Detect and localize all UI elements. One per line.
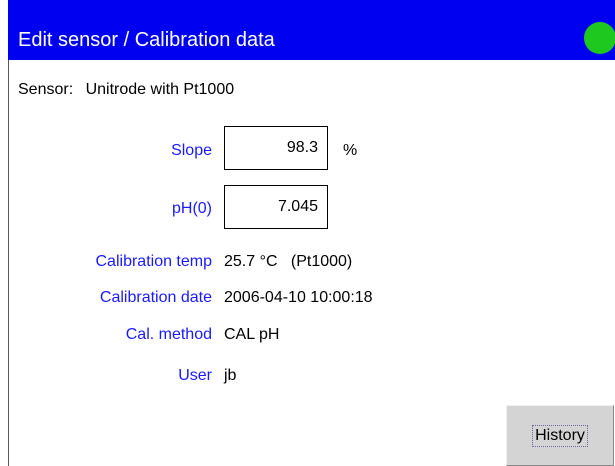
cal-method-value: CAL pH	[224, 326, 280, 343]
calibration-temp-label: Calibration temp	[95, 253, 213, 270]
slope-unit: %	[343, 142, 358, 159]
cal-method-label: Cal. method	[125, 326, 212, 343]
sensor-label: Sensor:	[18, 81, 74, 98]
status-indicator-icon	[584, 22, 615, 54]
user-value: jb	[224, 367, 237, 384]
sensor-value: Unitrode with Pt1000	[85, 81, 235, 98]
calibration-temp-value: 25.7 °C (Pt1000)	[224, 253, 353, 270]
user-label: User	[178, 367, 212, 384]
ph0-label: pH(0)	[171, 200, 212, 217]
window-title: Edit sensor / Calibration data	[18, 29, 275, 51]
calibration-date-value: 2006-04-10 10:00:18	[224, 289, 373, 306]
title-bar: Edit sensor / Calibration data	[8, 0, 615, 60]
sensor-info: Sensor: Unitrode with Pt1000	[18, 80, 234, 100]
slope-label: Slope	[171, 142, 212, 159]
slope-field[interactable]: 98.3	[224, 126, 328, 170]
calibration-date-label: Calibration date	[99, 289, 212, 306]
calibration-screen: Edit sensor / Calibration data Sensor: U…	[0, 0, 615, 466]
left-border	[8, 60, 9, 466]
history-button-label: History	[532, 424, 588, 447]
ph0-field[interactable]: 7.045	[224, 185, 328, 229]
history-button[interactable]: History	[506, 405, 614, 466]
